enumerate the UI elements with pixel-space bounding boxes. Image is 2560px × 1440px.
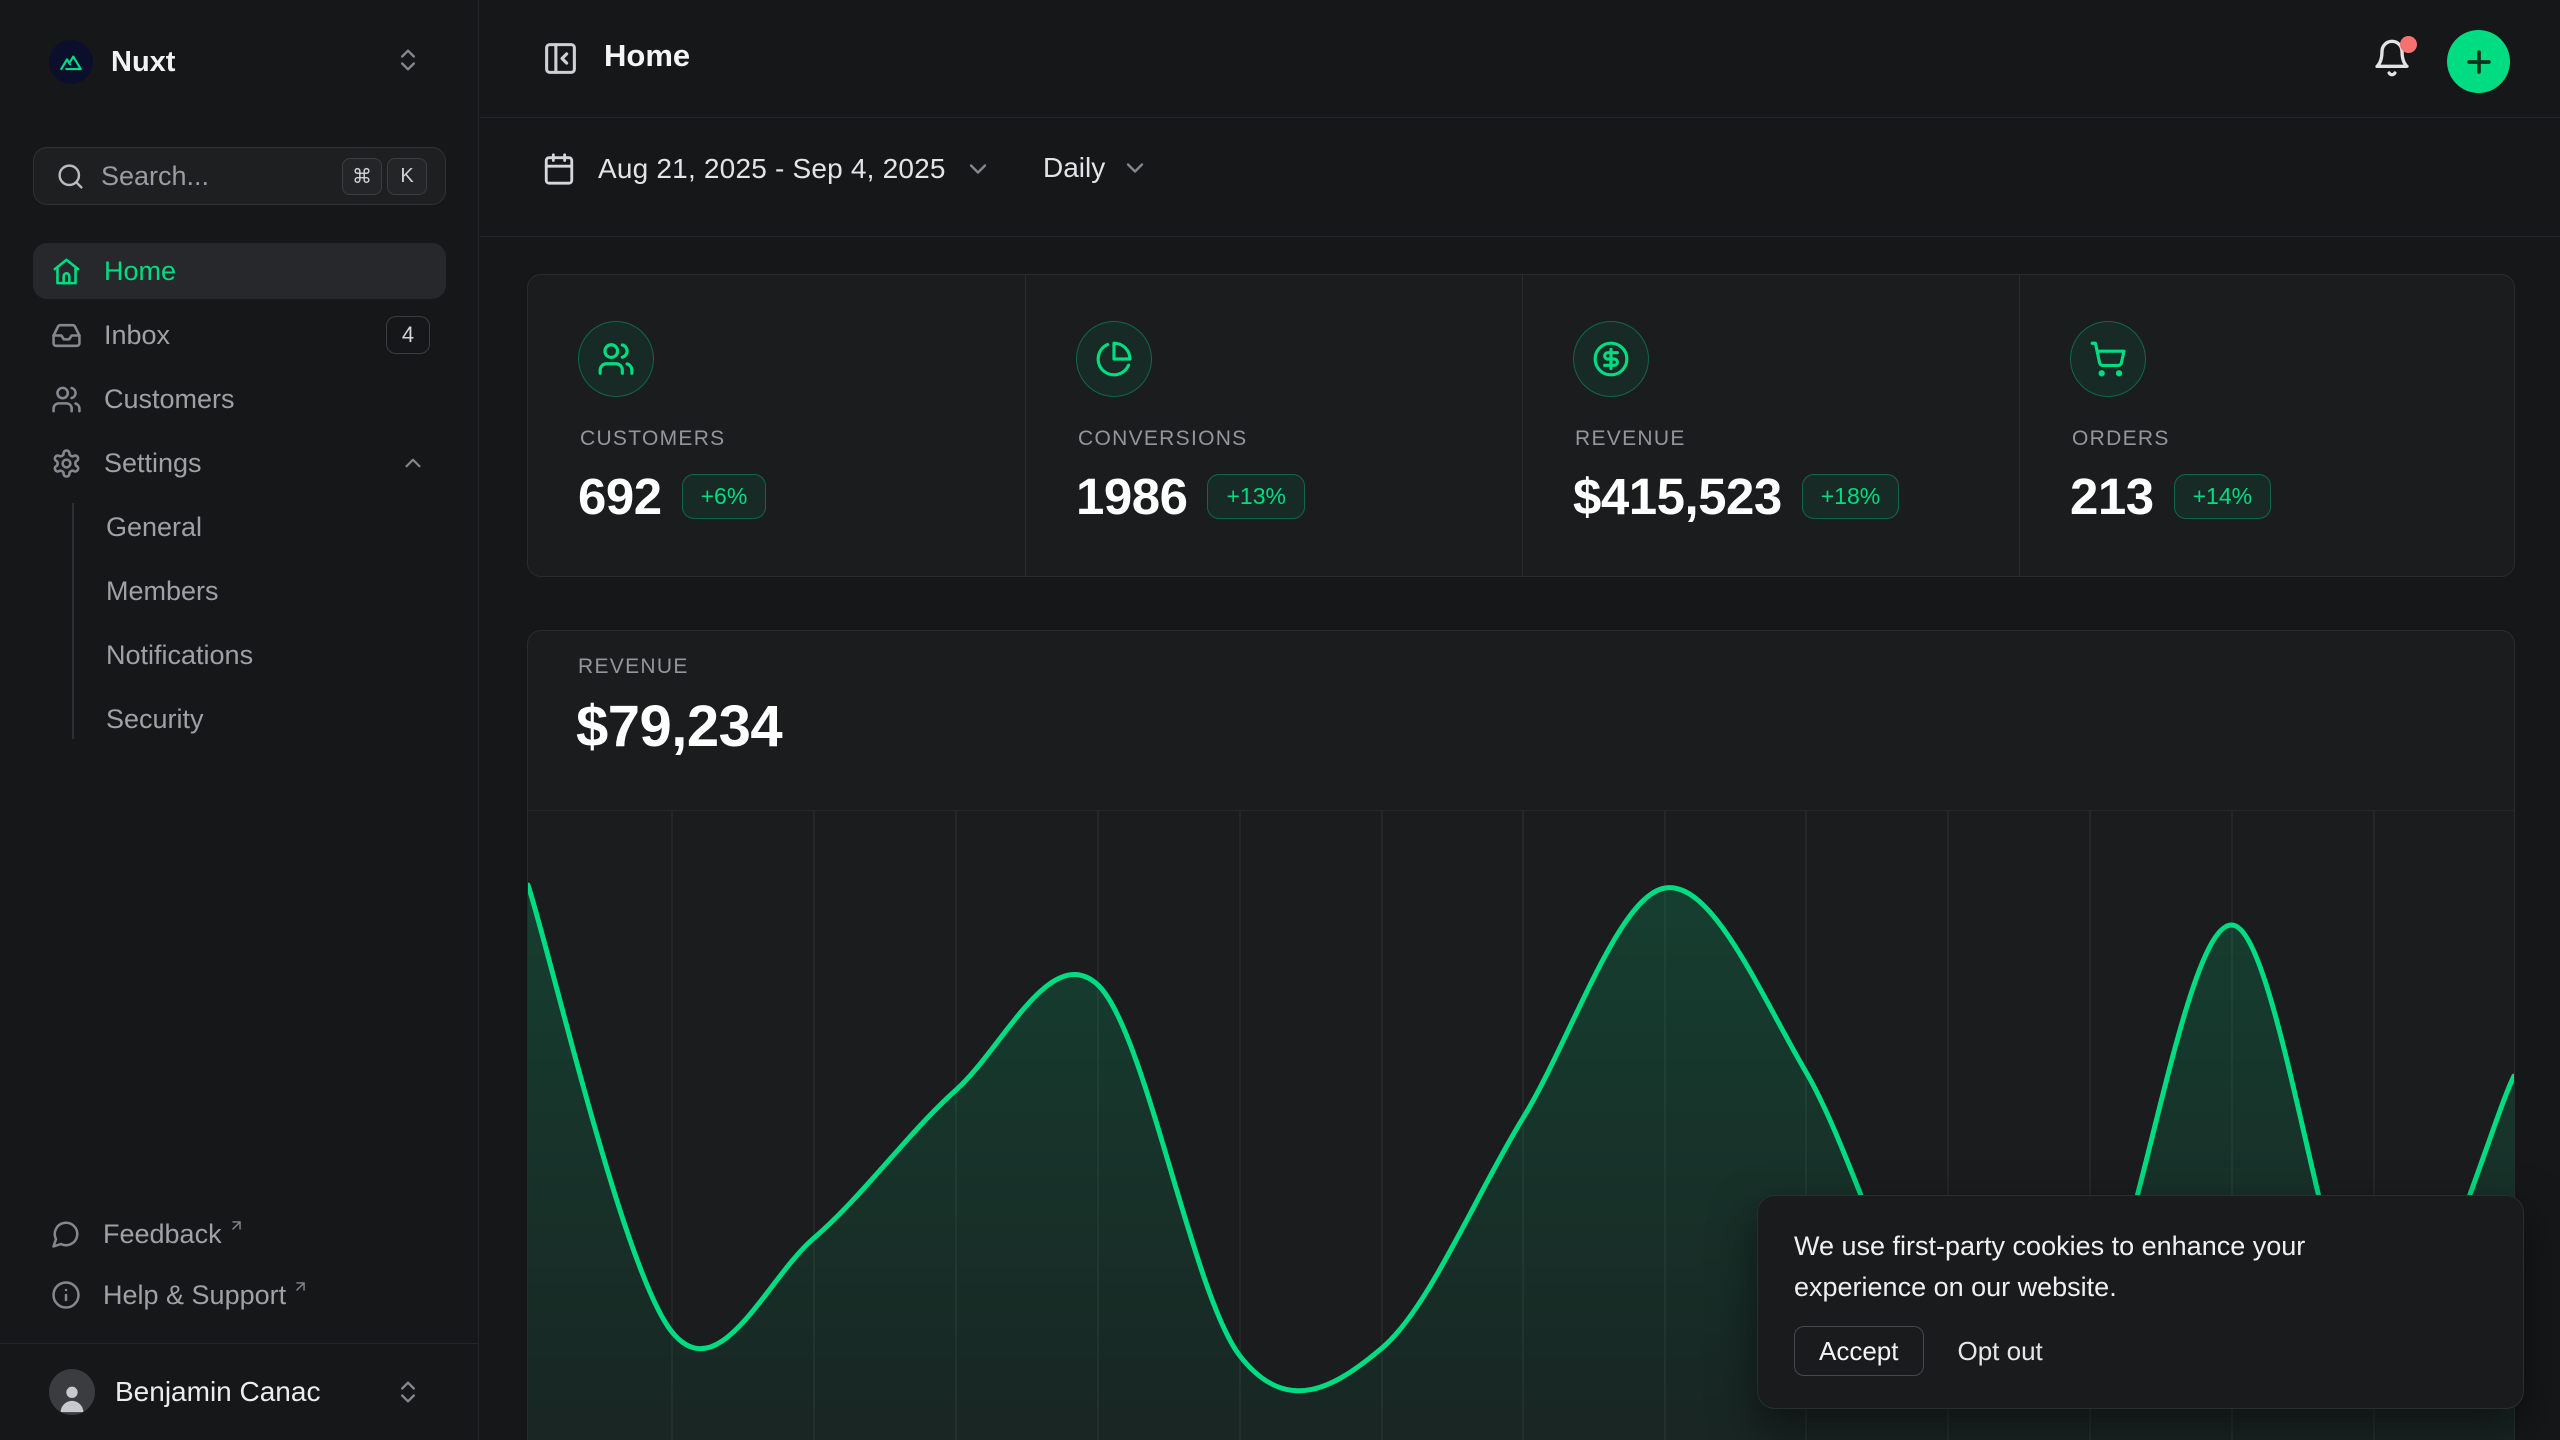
inbox-count-badge: 4 [386,316,430,354]
sidebar-item-help-support[interactable]: Help & Support [33,1267,446,1323]
add-button[interactable] [2447,30,2510,93]
cookie-actions: Accept Opt out [1794,1326,2043,1376]
cookie-message: We use first-party cookies to enhance yo… [1794,1226,2305,1308]
granularity-select[interactable]: Daily [1043,152,1149,184]
workspace-switcher[interactable]: Nuxt [33,30,446,94]
users-icon [51,384,82,415]
sidebar-subitem-general[interactable]: General [106,499,446,555]
granularity-value: Daily [1043,152,1105,184]
chevrons-up-down-icon [394,46,422,79]
sidebar-item-customers[interactable]: Customers [33,371,446,427]
top-header [480,0,2560,118]
cart-icon-circle [2070,321,2146,397]
date-range-picker[interactable]: Aug 21, 2025 - Sep 4, 2025 [542,152,992,186]
external-link-icon [292,1278,309,1295]
external-link-icon [228,1217,245,1234]
kbd-k: K [387,158,427,195]
info-icon [51,1280,81,1310]
sidebar-item-label: Inbox [104,320,170,351]
user-name: Benjamin Canac [115,1376,320,1408]
workspace-name: Nuxt [111,46,175,79]
search-placeholder: Search... [101,161,342,192]
cookie-banner: We use first-party cookies to enhance yo… [1757,1195,2524,1409]
kbd-cmd: ⌘ [342,158,382,195]
stat-value: $415,523 [1573,467,1782,526]
panel-left-close-icon [542,40,579,77]
nuxt-logo [49,40,93,84]
search-icon [56,162,85,191]
page-title: Home [604,38,690,74]
stats-cards: CUSTOMERS 692 +6% CONVERSIONS 1986 +13% REVENU… [527,274,2515,577]
cookie-message-line2: experience on our website. [1794,1267,2305,1308]
stat-label: CUSTOMERS [580,427,726,451]
avatar [49,1369,95,1415]
stat-card-conversions[interactable]: CONVERSIONS 1986 +13% [1025,275,1522,576]
revenue-card-value: $79,234 [576,693,782,760]
inbox-icon [51,320,82,351]
date-range-value: Aug 21, 2025 - Sep 4, 2025 [598,153,946,185]
accept-cookies-button[interactable]: Accept [1794,1326,1924,1376]
sidebar-item-feedback[interactable]: Feedback [33,1206,446,1262]
sidebar-divider [0,1343,479,1344]
nuxt-mountains-icon [58,49,84,75]
revenue-card-label: REVENUE [578,655,689,679]
sidebar-item-label: Feedback [103,1219,222,1250]
stat-value: 692 [578,467,662,526]
sidebar-item-label: Help & Support [103,1280,286,1311]
message-icon [51,1219,81,1249]
calendar-icon [542,152,576,186]
stat-label: REVENUE [1575,427,1686,451]
sidebar-item-label: Home [104,256,176,287]
collapse-sidebar-button[interactable] [542,40,582,80]
subnav-rail [72,503,74,739]
sidebar-item-settings[interactable]: Settings [33,435,446,491]
sidebar-item-home[interactable]: Home [33,243,446,299]
home-icon [51,256,82,287]
person-icon [55,1381,89,1415]
chevron-up-icon [400,450,426,476]
stat-label: CONVERSIONS [1078,427,1248,451]
stat-label: ORDERS [2072,427,2170,451]
dollar-icon-circle [1573,321,1649,397]
users-icon [597,340,635,378]
dashboard-screen: Nuxt Search... ⌘ K Home Inbox 4 Customers Se… [0,0,2560,1440]
stat-value: 1986 [1076,467,1187,526]
stat-value: 213 [2070,467,2154,526]
search-input[interactable]: Search... ⌘ K [33,147,446,205]
sidebar: Nuxt Search... ⌘ K Home Inbox 4 Customers Se… [0,0,479,1440]
users-icon-circle [578,321,654,397]
sidebar-subitem-members[interactable]: Members [106,563,446,619]
user-menu[interactable]: Benjamin Canac [33,1360,446,1424]
dollar-icon [1592,340,1630,378]
stat-delta-badge: +6% [682,474,767,519]
chevron-down-icon [964,155,992,183]
chevrons-up-down-icon [394,1378,422,1406]
stat-delta-badge: +18% [1802,474,1899,519]
notification-dot [2400,36,2417,53]
settings-icon [51,448,82,479]
pie-icon-circle [1076,321,1152,397]
optout-cookies-button[interactable]: Opt out [1958,1336,2043,1367]
plus-icon [2462,45,2496,79]
sidebar-subitem-security[interactable]: Security [106,691,446,747]
sidebar-item-inbox[interactable]: Inbox 4 [33,307,446,363]
stat-card-customers[interactable]: CUSTOMERS 692 +6% [528,275,1025,576]
sidebar-item-label: Settings [104,448,202,479]
sidebar-subitem-notifications[interactable]: Notifications [106,627,446,683]
cookie-message-line1: We use first-party cookies to enhance yo… [1794,1226,2305,1267]
stat-delta-badge: +13% [1207,474,1304,519]
stat-delta-badge: +14% [2174,474,2271,519]
notifications-button[interactable] [2372,38,2416,82]
pie-icon [1095,340,1133,378]
cart-icon [2089,340,2127,378]
stat-card-revenue[interactable]: REVENUE $415,523 +18% [1522,275,2019,576]
chevron-down-icon [1121,154,1149,182]
stat-card-orders[interactable]: ORDERS 213 +14% [2019,275,2516,576]
sidebar-item-label: Customers [104,384,235,415]
